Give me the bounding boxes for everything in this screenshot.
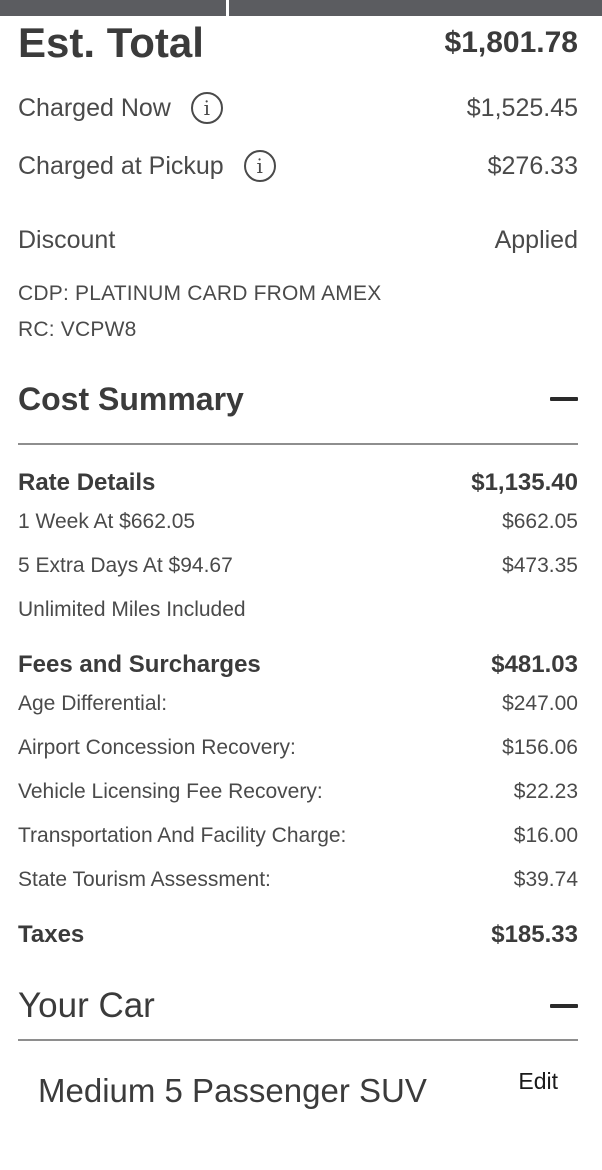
line-item-value: $662.05: [502, 510, 578, 533]
rate-details-total: $1,135.40: [471, 469, 578, 496]
line-item-value: $39.74: [513, 868, 578, 891]
line-item: Unlimited Miles Included: [18, 594, 578, 626]
line-item-value: $247.00: [502, 692, 578, 715]
fees-total: $481.03: [491, 651, 578, 678]
line-item-label: Unlimited Miles Included: [18, 598, 246, 621]
taxes-row: Taxes $185.33: [18, 918, 578, 952]
your-car-divider: [18, 1039, 578, 1041]
line-item-value: $156.06: [502, 736, 578, 759]
info-icon[interactable]: i: [190, 92, 223, 124]
charged-pickup-value: $276.33: [487, 151, 578, 180]
taxes-total: $185.33: [491, 921, 578, 948]
charged-now-label-group: Charged Now i: [18, 92, 223, 124]
est-total-value: $1,801.78: [444, 26, 578, 59]
discount-row: Discount Applied: [18, 222, 578, 258]
discount-cdp-code: CDP: PLATINUM CARD FROM AMEX: [18, 282, 382, 305]
minus-icon[interactable]: [550, 397, 578, 401]
line-item: 1 Week At $662.05 $662.05: [18, 506, 578, 538]
line-item: Vehicle Licensing Fee Recovery: $22.23: [18, 776, 578, 808]
fees-label: Fees and Surcharges: [18, 651, 261, 678]
cost-summary-header[interactable]: Cost Summary: [18, 376, 578, 422]
est-total-row: Est. Total $1,801.78: [18, 16, 578, 70]
line-item-label: 5 Extra Days At $94.67: [18, 554, 233, 577]
charged-now-label: Charged Now: [18, 93, 171, 122]
minus-icon[interactable]: [550, 1004, 578, 1008]
line-item-label: 1 Week At $662.05: [18, 510, 196, 533]
line-item-label: State Tourism Assessment:: [18, 868, 271, 891]
rate-details-label: Rate Details: [18, 469, 156, 496]
fees-header: Fees and Surcharges $481.03: [18, 648, 578, 682]
top-bar-left-segment: [0, 0, 226, 16]
edit-car-link[interactable]: Edit: [518, 1068, 558, 1095]
car-class-name: Medium 5 Passenger SUV: [38, 1072, 427, 1109]
charged-pickup-label: Charged at Pickup: [18, 151, 224, 180]
line-item-value: $16.00: [513, 824, 578, 847]
line-item: 5 Extra Days At $94.67 $473.35: [18, 550, 578, 582]
discount-label: Discount: [18, 225, 116, 254]
charged-now-row: Charged Now i $1,525.45: [18, 88, 578, 128]
discount-rate-code: RC: VCPW8: [18, 318, 137, 341]
rate-details-header: Rate Details $1,135.40: [18, 466, 578, 500]
your-car-title: Your Car: [18, 986, 155, 1025]
discount-status: Applied: [494, 225, 578, 254]
charged-pickup-label-group: Charged at Pickup i: [18, 150, 276, 182]
top-bar: [0, 0, 602, 16]
line-item-value: $22.23: [513, 780, 578, 803]
info-icon[interactable]: i: [243, 150, 276, 182]
est-total-label: Est. Total: [18, 19, 204, 66]
line-item: Airport Concession Recovery: $156.06: [18, 732, 578, 764]
line-item-label: Transportation And Facility Charge:: [18, 824, 347, 847]
charged-now-value: $1,525.45: [466, 93, 578, 122]
line-item-label: Airport Concession Recovery:: [18, 736, 296, 759]
line-item: Age Differential: $247.00: [18, 688, 578, 720]
taxes-label: Taxes: [18, 921, 85, 948]
line-item: Transportation And Facility Charge: $16.…: [18, 820, 578, 852]
your-car-header[interactable]: Your Car: [18, 982, 578, 1030]
line-item-value: $473.35: [502, 554, 578, 577]
top-bar-right-segment: [229, 0, 602, 16]
cost-summary-divider: [18, 443, 578, 445]
cost-summary-title: Cost Summary: [18, 380, 244, 417]
charged-pickup-row: Charged at Pickup i $276.33: [18, 146, 578, 186]
line-item: State Tourism Assessment: $39.74: [18, 864, 578, 896]
line-item-label: Age Differential:: [18, 692, 168, 715]
line-item-label: Vehicle Licensing Fee Recovery:: [18, 780, 323, 803]
